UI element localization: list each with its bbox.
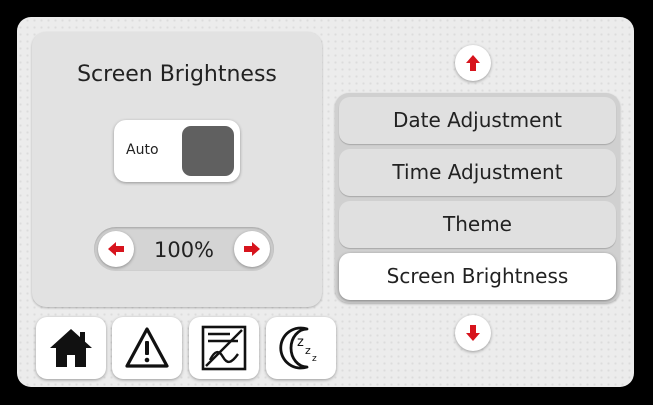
sleep-icon: z z z (279, 326, 317, 370)
menu-scroll-up-button[interactable] (455, 45, 491, 81)
arrow-up-icon (466, 55, 480, 71)
svg-text:z: z (297, 335, 304, 350)
menu-item-date-adjustment[interactable]: Date Adjustment (339, 97, 616, 144)
svg-text:z: z (312, 354, 317, 364)
menu-item-time-adjustment[interactable]: Time Adjustment (339, 149, 616, 196)
arrow-down-icon (466, 325, 480, 341)
brightness-panel: Screen Brightness Auto 100% (32, 32, 322, 307)
svg-text:z: z (305, 344, 311, 357)
curve-display-button[interactable] (189, 317, 259, 379)
warning-icon (125, 327, 169, 368)
brightness-stepper: 100% (94, 227, 274, 271)
settings-screen: Screen Brightness Auto 100% Date Adjustm… (17, 17, 634, 387)
auto-brightness-toggle[interactable]: Auto (114, 120, 240, 182)
auto-label: Auto (126, 142, 159, 158)
home-button[interactable] (36, 317, 106, 379)
arrow-right-icon (244, 242, 260, 256)
sleep-button[interactable]: z z z (266, 317, 336, 379)
settings-menu: Date Adjustment Time Adjustment Theme Sc… (335, 93, 620, 303)
curve-display-icon (201, 325, 247, 371)
increase-brightness-button[interactable] (234, 231, 270, 267)
panel-title: Screen Brightness (77, 62, 277, 87)
warnings-button[interactable] (112, 317, 182, 379)
toggle-knob[interactable] (182, 126, 234, 176)
home-icon (50, 329, 92, 367)
menu-scroll-down-button[interactable] (455, 315, 491, 351)
menu-item-theme[interactable]: Theme (339, 201, 616, 248)
menu-item-screen-brightness[interactable]: Screen Brightness (339, 253, 616, 300)
